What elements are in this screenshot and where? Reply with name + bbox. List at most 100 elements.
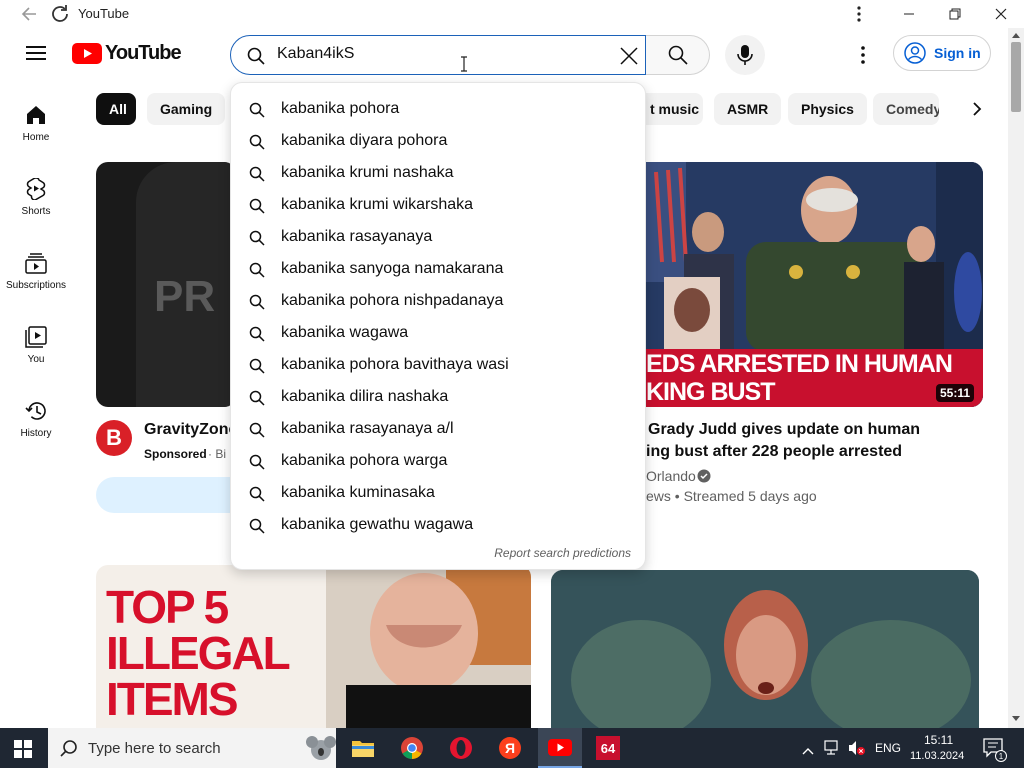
ad-action-button[interactable]	[96, 477, 236, 513]
thumbnail-text: PR	[154, 272, 216, 321]
youtube-logo[interactable]: YouTube	[72, 42, 182, 65]
search-suggestion-item[interactable]: kabanika pohora nishpadanaya	[231, 286, 647, 318]
sidebar-item-shorts[interactable]: Shorts	[0, 178, 72, 240]
search-icon	[668, 45, 688, 65]
youtube-play-logo-icon	[548, 739, 572, 756]
search-suggestion-item[interactable]: kabanika rasayanaya	[231, 222, 647, 254]
search-icon	[249, 294, 265, 315]
search-icon	[249, 518, 265, 539]
channel-avatar[interactable]: B	[96, 420, 132, 456]
video-thumbnail-right[interactable]: EDS ARRESTED IN HUMAN KING BUST 55:11	[646, 162, 983, 407]
search-suggestion-item[interactable]: kabanika dilira nashaka	[231, 382, 647, 414]
file-explorer-icon[interactable]	[351, 737, 375, 764]
volume-muted-icon[interactable]	[848, 740, 866, 761]
search-suggestion-item[interactable]: kabanika krumi wikarshaka	[231, 190, 647, 222]
search-suggestion-item[interactable]: kabanika krumi nashaka	[231, 158, 647, 190]
youtube-taskbar-button[interactable]	[538, 728, 582, 768]
search-input[interactable]	[277, 45, 597, 63]
search-suggestion-item[interactable]: kabanika diyara pohora	[231, 126, 647, 158]
menu-icon[interactable]	[26, 45, 46, 66]
report-search-predictions-link[interactable]: Report search predictions	[494, 546, 631, 560]
search-box[interactable]	[230, 35, 646, 75]
logo-text: YouTube	[105, 42, 182, 64]
search-icon	[249, 230, 265, 251]
sidebar-item-subscriptions[interactable]: Subscriptions	[0, 252, 72, 314]
microphone-icon	[737, 45, 753, 65]
account-icon	[904, 42, 926, 64]
search-suggestion-item[interactable]: kabanika sanyoga namakarana	[231, 254, 647, 286]
taskbar-search-box[interactable]: Type here to search	[48, 728, 336, 768]
windows-start-icon[interactable]	[14, 740, 32, 763]
suggestion-text: kabanika gewathu wagawa	[281, 516, 474, 533]
suggestion-text: kabanika pohora nishpadanaya	[281, 292, 504, 309]
search-icon	[249, 486, 265, 507]
thumbnail-headline: ITEMS	[106, 673, 239, 725]
reload-icon[interactable]	[49, 3, 71, 30]
more-options-icon[interactable]	[836, 0, 882, 28]
sidebar-item-history[interactable]: History	[0, 400, 72, 462]
search-icon	[247, 47, 265, 70]
search-suggestions-dropdown: kabanika pohora kabanika diyara pohora kab…	[230, 82, 646, 570]
settings-more-icon[interactable]	[861, 46, 865, 69]
aida64-icon[interactable]: 64	[596, 736, 620, 760]
chip-all[interactable]: All	[96, 93, 136, 125]
minimize-icon[interactable]	[886, 0, 932, 28]
search-suggestion-item[interactable]: kabanika rasayanaya a/l	[231, 414, 647, 446]
close-icon[interactable]	[978, 0, 1024, 28]
chip-gaming[interactable]: Gaming	[147, 93, 226, 125]
scroll-down-icon[interactable]	[1012, 716, 1020, 722]
sidebar-item-home[interactable]: Home	[0, 104, 72, 166]
video-title[interactable]: Grady Judd gives update on human	[648, 421, 920, 439]
video-title[interactable]: GravityZone	[144, 421, 237, 439]
suggestion-text: kabanika kuminasaka	[281, 484, 435, 501]
search-suggestion-item[interactable]: kabanika wagawa	[231, 318, 647, 350]
you-library-icon	[25, 326, 47, 348]
search-suggestion-item[interactable]: kabanika kuminasaka	[231, 478, 647, 510]
suggestion-text: kabanika krumi wikarshaka	[281, 196, 474, 213]
channel-name[interactable]: Orlando	[646, 468, 696, 484]
scrollbar-thumb[interactable]	[1011, 42, 1021, 112]
page-scrollbar[interactable]	[1008, 28, 1024, 728]
search-suggestion-item[interactable]: kabanika pohora	[231, 94, 647, 126]
search-suggestion-item[interactable]: kabanika gewathu wagawa	[231, 510, 647, 542]
back-arrow-icon[interactable]	[20, 4, 40, 29]
voice-search-button[interactable]	[725, 35, 765, 75]
sidebar-item-you[interactable]: You	[0, 326, 72, 388]
yandex-browser-icon[interactable]: Я	[498, 736, 522, 765]
search-icon	[60, 740, 77, 757]
clock-date[interactable]: 11.03.2024	[910, 750, 964, 762]
windows-taskbar: Type here to search Я 64 ENG 15:11 11.03…	[0, 728, 1024, 768]
search-button[interactable]	[646, 35, 710, 75]
chevron-up-icon[interactable]	[802, 742, 814, 760]
video-thumbnail-left[interactable]: PR	[96, 162, 236, 407]
sidebar-item-label: Home	[22, 132, 50, 143]
search-icon	[249, 134, 265, 155]
notification-count: 1	[995, 750, 1007, 762]
sign-in-button[interactable]: Sign in	[893, 35, 991, 71]
suggestion-text: kabanika rasayanaya a/l	[281, 420, 454, 437]
search-icon	[249, 422, 265, 443]
clock-time[interactable]: 15:11	[924, 733, 953, 747]
chip-asmr[interactable]: ASMR	[714, 93, 782, 125]
clear-search-icon[interactable]	[619, 46, 639, 71]
video-title[interactable]: ing bust after 228 people arrested	[646, 443, 902, 461]
opera-icon[interactable]	[449, 736, 473, 765]
search-icon	[249, 198, 265, 219]
chrome-icon[interactable]	[400, 736, 424, 765]
chevron-right-icon[interactable]	[970, 101, 984, 122]
scroll-up-icon[interactable]	[1012, 32, 1020, 38]
search-icon	[249, 454, 265, 475]
video-thumbnail-bottom-left[interactable]: TOP 5 ILLEGAL ITEMS	[96, 565, 531, 728]
sidebar-item-label: Subscriptions	[5, 280, 67, 291]
window-title: YouTube	[78, 6, 130, 21]
search-suggestion-item[interactable]: kabanika pohora warga	[231, 446, 647, 478]
search-suggestion-item[interactable]: kabanika pohora bavithaya wasi	[231, 350, 647, 382]
restore-icon[interactable]	[932, 0, 978, 28]
chip-physics[interactable]: Physics	[788, 93, 867, 125]
chip-comedy[interactable]: Comedy	[873, 93, 939, 125]
video-thumbnail-bottom-right[interactable]	[551, 570, 979, 728]
suggestion-text: kabanika wagawa	[281, 324, 409, 341]
language-indicator[interactable]: ENG	[875, 741, 901, 755]
network-icon[interactable]	[824, 740, 842, 761]
sidebar-item-label: You	[27, 354, 45, 365]
